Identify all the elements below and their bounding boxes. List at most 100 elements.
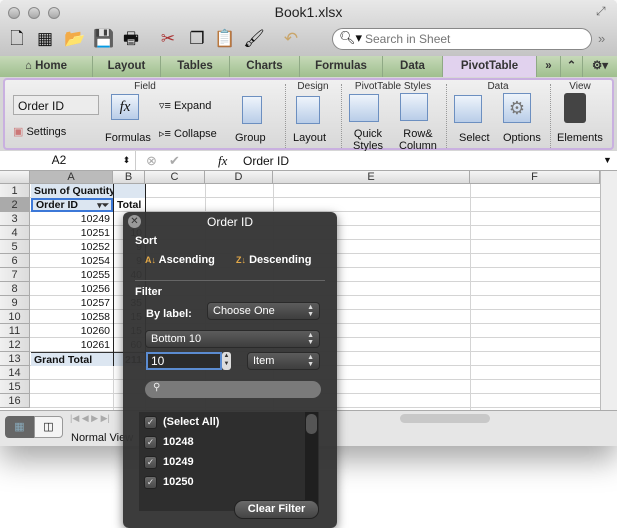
column-header[interactable]: F	[470, 171, 600, 184]
active-field-input[interactable]: Order ID	[13, 95, 99, 115]
quick-styles-icon[interactable]	[349, 94, 379, 122]
count-stepper[interactable]: ▲ ▼	[222, 352, 231, 370]
pivot-row-label[interactable]: 10261	[31, 338, 113, 352]
row-column-button[interactable]: Row& Column	[399, 128, 437, 152]
sheet-nav-icons[interactable]: |◀ ◀ ▶ ▶|	[70, 413, 110, 424]
row-header[interactable]: 6	[0, 254, 30, 268]
cut-icon[interactable]: ✂	[157, 28, 179, 50]
row-column-icon[interactable]	[400, 93, 428, 121]
list-scroll-thumb[interactable]	[306, 414, 317, 434]
paste-icon[interactable]: 📋	[214, 28, 236, 50]
column-header[interactable]: D	[205, 171, 273, 184]
normal-view-button[interactable]: ▦	[5, 416, 34, 438]
grand-total-label[interactable]: Grand Total	[31, 352, 113, 366]
value-list[interactable]: ✓ (Select All) ✓ 10248 ✓ 10249 ✓ 10250	[139, 412, 319, 511]
gallery-icon[interactable]: ▦	[34, 28, 56, 50]
pivot-title[interactable]: Sum of Quantity	[31, 184, 113, 198]
group-icon[interactable]	[242, 96, 262, 124]
collapse-button[interactable]: ▹≡ Collapse	[159, 128, 217, 140]
gear-icon[interactable]: ⚙▾	[583, 56, 617, 77]
name-box-stepper[interactable]: ⬍	[118, 151, 136, 170]
row-header[interactable]: 3	[0, 212, 30, 226]
settings-button[interactable]: ▣ Settings	[13, 126, 66, 138]
total-header[interactable]: Total	[114, 198, 145, 212]
label-filter-select[interactable]: Choose One ▲ ▼	[207, 302, 320, 320]
save-icon[interactable]: 💾	[93, 28, 115, 50]
fx-icon[interactable]: fx	[218, 153, 227, 169]
print-icon[interactable]: 🖶	[120, 28, 142, 50]
tab-formulas[interactable]: Formulas	[300, 56, 383, 77]
column-header[interactable]: B	[113, 171, 145, 184]
list-item[interactable]: ✓ 10249	[139, 454, 304, 472]
checkbox[interactable]: ✓	[144, 416, 157, 429]
scroll-thumb[interactable]	[400, 414, 490, 423]
formula-input[interactable]: Order ID	[243, 154, 289, 168]
more-tabs-icon[interactable]: »	[537, 56, 561, 77]
select-button[interactable]: Select	[459, 132, 490, 144]
pivot-row-header[interactable]: Order ID ▾⏷	[31, 198, 113, 212]
pivot-row-label[interactable]: 10251	[31, 226, 113, 240]
quick-styles-button[interactable]: Quick Styles	[353, 128, 383, 152]
row-header[interactable]: 13	[0, 352, 30, 366]
filter-dropdown-icon[interactable]: ▾⏷	[97, 200, 109, 210]
pivot-row-label[interactable]: 10258	[31, 310, 113, 324]
row-header[interactable]: 8	[0, 282, 30, 296]
tab-tables[interactable]: Tables	[161, 56, 230, 77]
search-icon[interactable]: 🔍︎▾	[339, 30, 362, 46]
open-icon[interactable]: 📂	[64, 28, 86, 50]
formulas-icon[interactable]: fx	[111, 94, 139, 120]
elements-button[interactable]: Elements	[557, 132, 603, 144]
pivot-row-label[interactable]: 10254	[31, 254, 113, 268]
column-header[interactable]: E	[273, 171, 470, 184]
unit-select[interactable]: Item ▲ ▼	[247, 352, 320, 370]
expand-button[interactable]: ▿≡ Expand	[159, 100, 211, 112]
expand-formula-icon[interactable]: ▼	[603, 155, 612, 165]
row-header[interactable]: 12	[0, 338, 30, 352]
vertical-scrollbar[interactable]	[600, 171, 617, 410]
row-header[interactable]: 2	[0, 198, 30, 212]
column-header[interactable]: A	[30, 171, 113, 184]
row-header[interactable]: 9	[0, 296, 30, 310]
select-icon[interactable]	[454, 95, 482, 123]
cell[interactable]	[114, 184, 145, 198]
checkbox[interactable]: ✓	[144, 476, 157, 489]
group-button[interactable]: Group	[235, 132, 266, 144]
row-header[interactable]: 16	[0, 394, 30, 408]
search-input[interactable]	[365, 31, 585, 47]
sort-descending-button[interactable]: Z↓ Descending	[236, 254, 311, 266]
pivot-row-label[interactable]: 10252	[31, 240, 113, 254]
pivot-row-label[interactable]: 10249	[31, 212, 113, 226]
checkbox[interactable]: ✓	[144, 436, 157, 449]
options-icon[interactable]: ⚙	[503, 93, 531, 123]
undo-icon[interactable]: ↶	[280, 28, 302, 50]
collapse-ribbon-icon[interactable]: ⌃	[561, 56, 583, 77]
pivot-row-label[interactable]: 10257	[31, 296, 113, 310]
formulas-button[interactable]: Formulas	[105, 132, 151, 144]
tab-pivottable[interactable]: PivotTable	[443, 56, 537, 77]
row-header[interactable]: 10	[0, 310, 30, 324]
popup-search-field[interactable]: ⚲	[145, 381, 321, 398]
layout-button[interactable]: Layout	[293, 132, 326, 144]
select-all-corner[interactable]	[0, 171, 30, 184]
row-header[interactable]: 7	[0, 268, 30, 282]
clear-filter-button[interactable]: Clear Filter	[234, 500, 319, 519]
filter-type-select[interactable]: Bottom 10 ▲ ▼	[145, 330, 320, 348]
fullscreen-icon[interactable]: ⤢	[596, 4, 606, 19]
pivot-row-label[interactable]: 10260	[31, 324, 113, 338]
pivot-row-label[interactable]: 10256	[31, 282, 113, 296]
confirm-icon[interactable]: ✔	[169, 153, 180, 169]
elements-icon[interactable]	[564, 93, 586, 123]
count-input[interactable]: 10	[146, 352, 222, 370]
toolbar-overflow-icon[interactable]: »	[598, 31, 605, 46]
list-scrollbar[interactable]	[305, 412, 318, 511]
format-brush-icon[interactable]: 🖌	[243, 28, 265, 50]
new-icon[interactable]: 🗋	[6, 28, 28, 50]
horizontal-scrollbar[interactable]	[400, 414, 600, 425]
cancel-icon[interactable]: ⊗	[146, 153, 157, 169]
tab-charts[interactable]: Charts	[230, 56, 300, 77]
checkbox[interactable]: ✓	[144, 456, 157, 469]
copy-icon[interactable]: ❐	[186, 28, 208, 50]
search-field[interactable]: 🔍︎▾	[332, 28, 592, 50]
row-header[interactable]: 1	[0, 184, 30, 198]
row-header[interactable]: 5	[0, 240, 30, 254]
